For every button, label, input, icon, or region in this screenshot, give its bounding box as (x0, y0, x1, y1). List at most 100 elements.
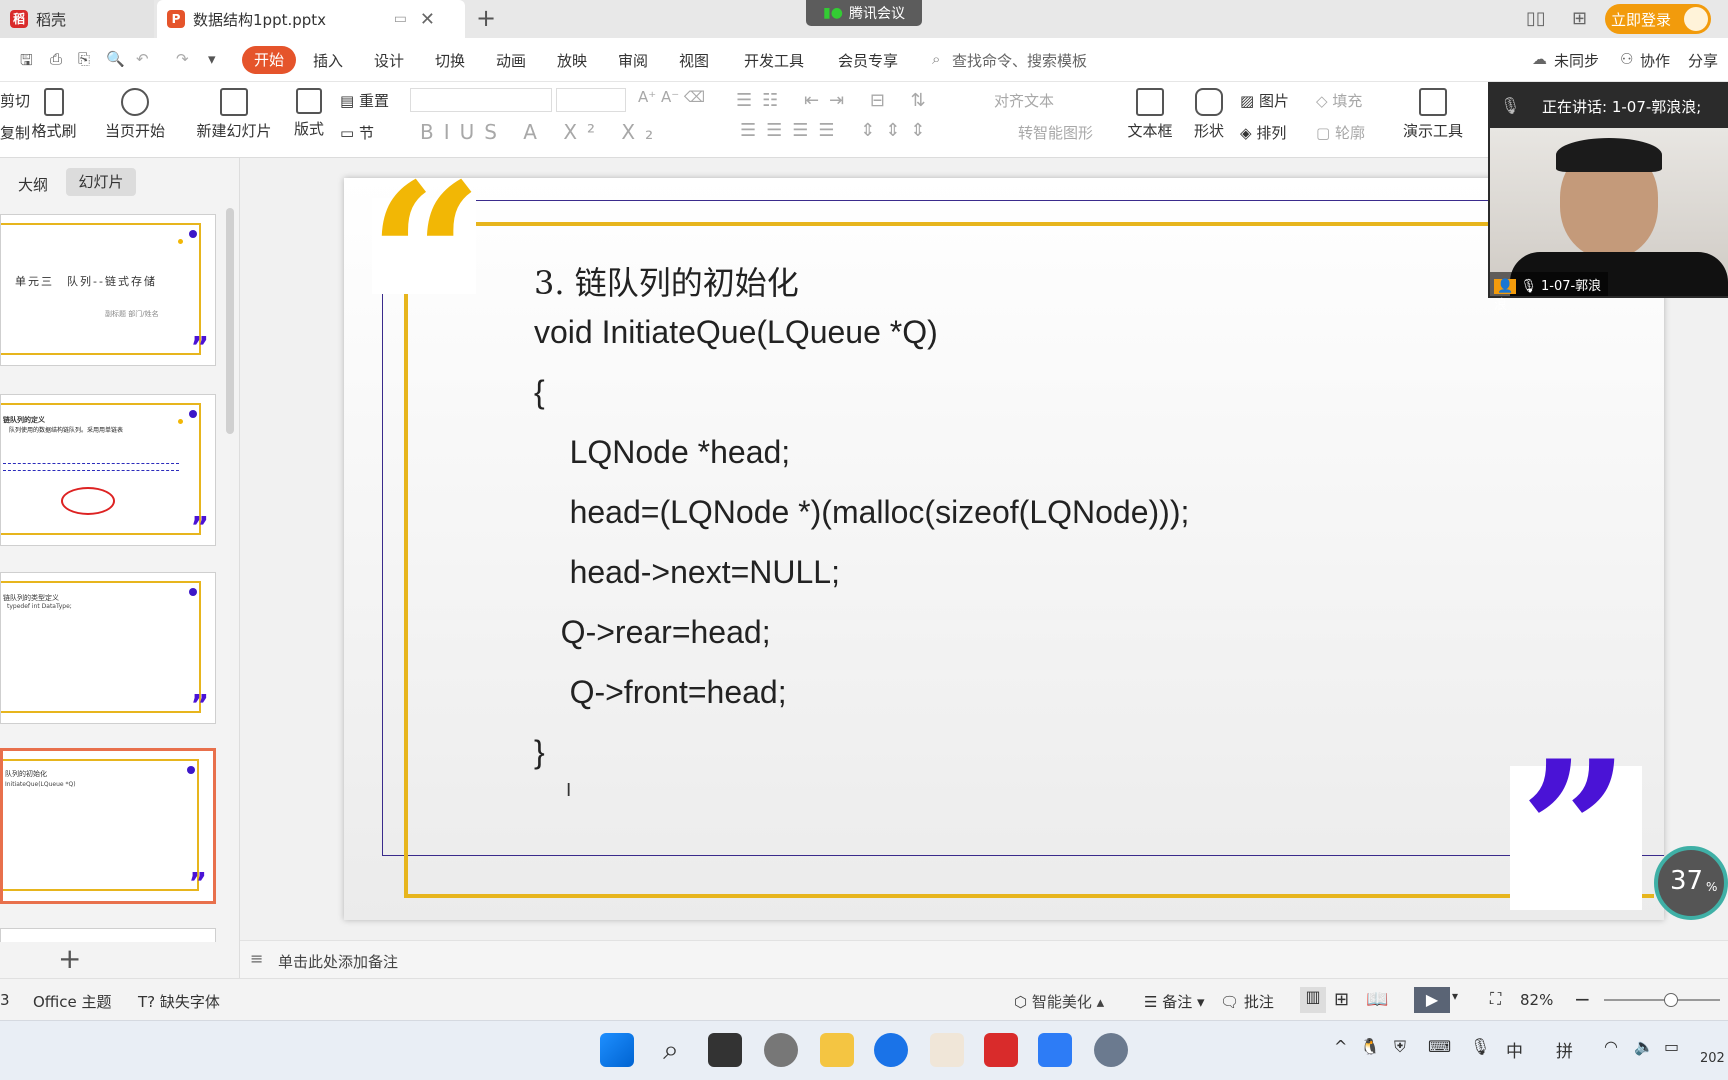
code-line-6[interactable]: Q->rear=head; (534, 614, 771, 651)
new-slide-button[interactable]: 新建幻灯片 (190, 88, 278, 141)
windows-start-icon[interactable] (600, 1033, 634, 1067)
new-tab-icon[interactable]: + (476, 4, 496, 32)
notes-bar[interactable]: ≡ 单击此处添加备注 (240, 940, 1728, 978)
microphone-icon[interactable]: 🎙 (1470, 1037, 1490, 1056)
menu-design[interactable]: 设计 (374, 50, 404, 71)
shield-icon[interactable]: ⛨ (1394, 1037, 1406, 1057)
print-preview-icon[interactable]: 🔍 (106, 50, 125, 68)
menu-review[interactable]: 审阅 (618, 50, 648, 71)
qq-icon[interactable]: 🐧 (1360, 1037, 1380, 1056)
menu-home[interactable]: 开始 (242, 46, 296, 74)
export-pdf-icon[interactable]: ⎙ (50, 50, 62, 68)
align-text-button[interactable]: 对齐文本 (994, 90, 1054, 111)
notes-toggle[interactable]: ☰ 备注 ▾ (1144, 991, 1205, 1012)
zoom-slider-thumb[interactable] (1664, 993, 1678, 1007)
wifi-icon[interactable]: ◠ (1604, 1037, 1618, 1056)
play-from-current-button[interactable]: 当页开始 (98, 88, 172, 141)
zoom-level[interactable]: 82% (1520, 991, 1553, 1009)
clock[interactable]: 202 (1700, 1051, 1725, 1066)
close-tab-icon[interactable]: ✕ (420, 9, 435, 30)
zoom-slider[interactable] (1604, 993, 1720, 1007)
quick-access-dropdown-icon[interactable]: ▾ (208, 50, 216, 68)
missing-font-button[interactable]: T? 缺失字体 (138, 991, 220, 1012)
tab-pptx[interactable]: P 数据结构1ppt.pptx ▭ ✕ (157, 0, 465, 38)
font-size-select[interactable] (556, 88, 626, 112)
meeting-video-panel[interactable]: 🎙 正在讲话: 1-07-郭浪浪; 👤 🎙 1-07-郭浪浪 (1488, 82, 1728, 313)
slide[interactable]: “ 3. 链队列的初始化 void InitiateQue(LQueue *Q)… (344, 158, 1664, 920)
outline-button[interactable]: ▢ 轮廓 (1316, 122, 1365, 143)
slide-thumbnail-1[interactable]: 单元三 队列--链式存储 副标题 部门/姓名 ” (0, 214, 216, 366)
tab-outline[interactable]: 大纲 (18, 174, 48, 195)
fit-window-icon[interactable]: ⛶ (1490, 989, 1501, 1009)
beautify-button[interactable]: ⬡ 智能美化 ▴ (1014, 991, 1104, 1012)
code-line-4[interactable]: head=(LQNode *)(malloc(sizeof(LQNode))); (534, 494, 1190, 531)
tray-expand-icon[interactable]: ^ (1334, 1037, 1347, 1056)
menu-transition[interactable]: 切换 (435, 50, 465, 71)
ime-pinyin[interactable]: 拼 (1556, 1037, 1573, 1062)
undo-icon[interactable]: ↶ (136, 50, 149, 68)
layout-icon[interactable]: ▯▯ (1526, 8, 1546, 29)
menu-insert[interactable]: 插入 (313, 50, 343, 71)
menu-slideshow[interactable]: 放映 (557, 50, 587, 71)
file-explorer-icon[interactable] (820, 1033, 854, 1067)
picture-button[interactable]: ▨ 图片 (1240, 90, 1289, 111)
tab-slides[interactable]: 幻灯片 (66, 168, 136, 196)
layout-button[interactable]: 版式 (288, 88, 330, 139)
format-painter-button[interactable]: 格式刷 (30, 88, 78, 141)
wps-icon[interactable] (984, 1033, 1018, 1067)
meeting-indicator[interactable]: ▮● 腾讯会议 (806, 0, 922, 26)
tencent-meeting-icon[interactable] (1038, 1033, 1072, 1067)
print-icon[interactable]: ⎘ (78, 50, 90, 68)
code-line-3[interactable]: LQNode *head; (534, 434, 791, 471)
sorter-view-icon[interactable]: ⊞ (1334, 989, 1349, 1010)
slide-title[interactable]: 3. 链队列的初始化 (534, 258, 799, 304)
cut-button[interactable]: 剪切 (0, 90, 30, 111)
search-taskbar-icon[interactable]: ⌕ (654, 1033, 688, 1067)
menu-view[interactable]: 视图 (679, 50, 709, 71)
sync-status[interactable]: 未同步 (1554, 50, 1599, 71)
code-line-5[interactable]: head->next=NULL; (534, 554, 840, 591)
menu-animation[interactable]: 动画 (496, 50, 526, 71)
command-search[interactable]: 查找命令、搜索模板 (952, 50, 1087, 71)
play-slideshow-button[interactable]: ▶ (1414, 987, 1450, 1013)
menu-member[interactable]: 会员专享 (838, 50, 898, 71)
share-button[interactable]: 分享 (1688, 50, 1718, 71)
task-view-icon[interactable] (708, 1033, 742, 1067)
notes-placeholder[interactable]: 单击此处添加备注 (278, 951, 398, 972)
menu-developer[interactable]: 开发工具 (744, 50, 804, 71)
collab-button[interactable]: 协作 (1640, 50, 1670, 71)
code-line-2[interactable]: { (534, 374, 545, 411)
app-avatar-icon[interactable] (764, 1033, 798, 1067)
normal-view-icon[interactable]: ▥ (1300, 987, 1326, 1013)
slide-thumbnail-4[interactable]: 队列的初始化 InitiateQue(LQueue *Q) ” (0, 748, 216, 904)
battery-icon[interactable]: ▭ (1664, 1037, 1679, 1056)
code-line-1[interactable]: void InitiateQue(LQueue *Q) (534, 314, 938, 351)
settings-icon[interactable] (1094, 1033, 1128, 1067)
code-line-7[interactable]: Q->front=head; (534, 674, 787, 711)
panel-scrollbar[interactable] (226, 208, 234, 434)
fill-button[interactable]: ◇ 填充 (1316, 90, 1362, 111)
list-icons[interactable]: ☰☷ ⇤⇥ ⊟ ⇅ (736, 90, 936, 111)
window-icon[interactable]: ▭ (394, 11, 407, 27)
present-tools-button[interactable]: 演示工具 (1396, 88, 1470, 141)
tab-daoke[interactable]: 稻 稻壳 (0, 0, 154, 38)
zoom-out-icon[interactable]: − (1574, 987, 1591, 1011)
slide-thumbnail-3[interactable]: 链队列的类型定义 typedef int DataType; ” (0, 572, 216, 724)
keyboard-icon[interactable]: ⌨ (1428, 1037, 1451, 1056)
copy-button[interactable]: 复制 (0, 122, 30, 143)
play-dropdown-icon[interactable]: ▾ (1452, 989, 1458, 1003)
comments-button[interactable]: 🗨 批注 (1220, 991, 1274, 1012)
login-button[interactable]: 立即登录 (1605, 4, 1711, 34)
reading-view-icon[interactable]: 📖 (1366, 989, 1388, 1010)
ime-mode[interactable]: 中 (1506, 1037, 1523, 1062)
reset-button[interactable]: ▤ 重置 (340, 90, 389, 111)
progress-circle[interactable]: 37 % (1654, 846, 1728, 920)
slide-thumbnail-5[interactable] (0, 928, 216, 942)
save-icon[interactable]: 🖫 (20, 50, 33, 75)
grid-icon[interactable]: ⊞ (1572, 8, 1587, 29)
arrange-button[interactable]: ◈ 排列 (1240, 122, 1286, 143)
theme-name[interactable]: Office 主题 (33, 991, 112, 1012)
redo-icon[interactable]: ↷ (176, 50, 189, 68)
convert-smartart-button[interactable]: 转智能图形 (1018, 122, 1093, 143)
code-line-8[interactable]: } (534, 734, 545, 771)
